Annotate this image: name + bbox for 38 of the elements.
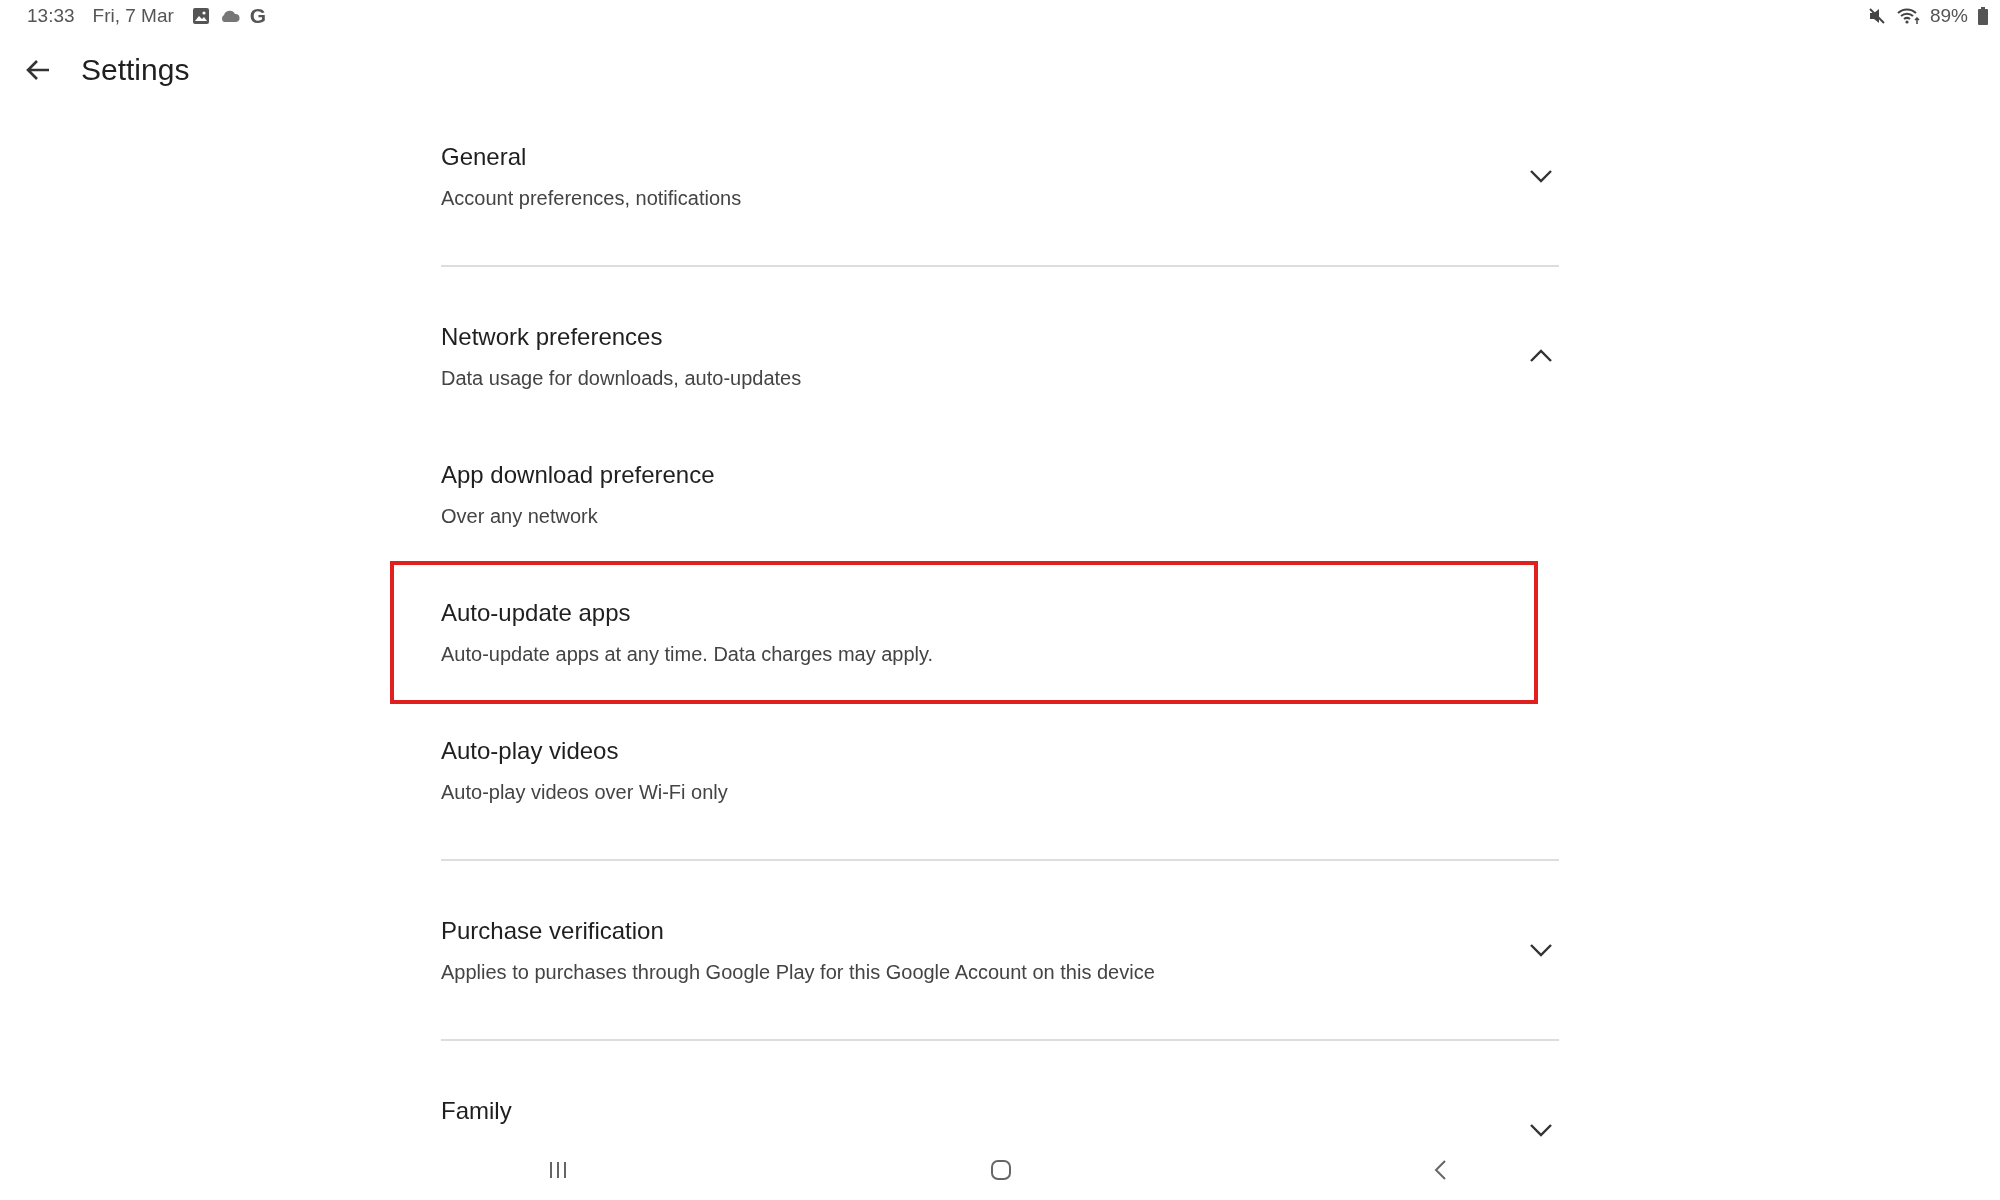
item-title: Auto-update apps xyxy=(441,598,632,628)
recent-apps-icon[interactable] xyxy=(548,1161,568,1179)
item-subtitle: Account preferences, notifications xyxy=(441,186,742,211)
item-title: Auto-play videos xyxy=(441,736,620,766)
status-time: 13:33 xyxy=(27,5,75,27)
g-letter-icon: G xyxy=(249,4,267,28)
back-arrow-icon[interactable] xyxy=(25,58,51,81)
settings-item[interactable]: General Account preferences, notifications xyxy=(441,107,1559,245)
item-title: App download preference xyxy=(441,460,715,490)
back-icon[interactable] xyxy=(1433,1159,1447,1181)
item-subtitle: Over any network xyxy=(441,504,599,529)
settings-item[interactable]: App download preference Over any network xyxy=(441,425,1559,563)
status-date: Fri, 7 Mar xyxy=(92,5,174,27)
item-title: General xyxy=(441,142,528,172)
chevron-down-icon[interactable] xyxy=(1529,943,1553,957)
home-icon[interactable] xyxy=(989,1159,1012,1181)
settings-item[interactable]: Auto-play videos Auto-play videos over Wi-Fi only xyxy=(441,701,1559,839)
settings-item[interactable]: Auto-update apps Auto-update apps at any time. Data charges may apply. xyxy=(441,563,1559,701)
chevron-down-icon[interactable] xyxy=(1529,169,1553,183)
item-title: Purchase verification xyxy=(441,916,665,946)
settings-item[interactable]: Network preferences Data usage for downloads, auto-updates xyxy=(441,287,1559,425)
item-subtitle: Applies to purchases through Google Play for this Google Account on this device xyxy=(441,960,1155,985)
chevron-up-icon[interactable] xyxy=(1529,349,1553,363)
muted-speaker-icon xyxy=(1867,7,1886,25)
item-title: Network preferences xyxy=(441,322,664,352)
settings-item[interactable]: Purchase verification Applies to purchases through Google Play for this Google Account on this device xyxy=(441,881,1559,1019)
item-subtitle: Auto-update apps at any time. Data charges may apply. xyxy=(441,642,934,667)
cloud-icon xyxy=(219,10,240,22)
page-title: Settings xyxy=(81,52,190,87)
chevron-down-icon[interactable] xyxy=(1529,1123,1553,1137)
wifi-icon xyxy=(1895,7,1920,25)
item-subtitle: Auto-play videos over Wi-Fi only xyxy=(441,780,728,805)
settings-item[interactable]: Family xyxy=(441,1061,1559,1199)
battery-percent: 89% xyxy=(1929,5,1968,27)
item-title: Family xyxy=(441,1096,512,1126)
item-subtitle: Data usage for downloads, auto-updates xyxy=(441,366,802,391)
battery-icon xyxy=(1978,7,1988,25)
image-icon xyxy=(191,7,210,25)
